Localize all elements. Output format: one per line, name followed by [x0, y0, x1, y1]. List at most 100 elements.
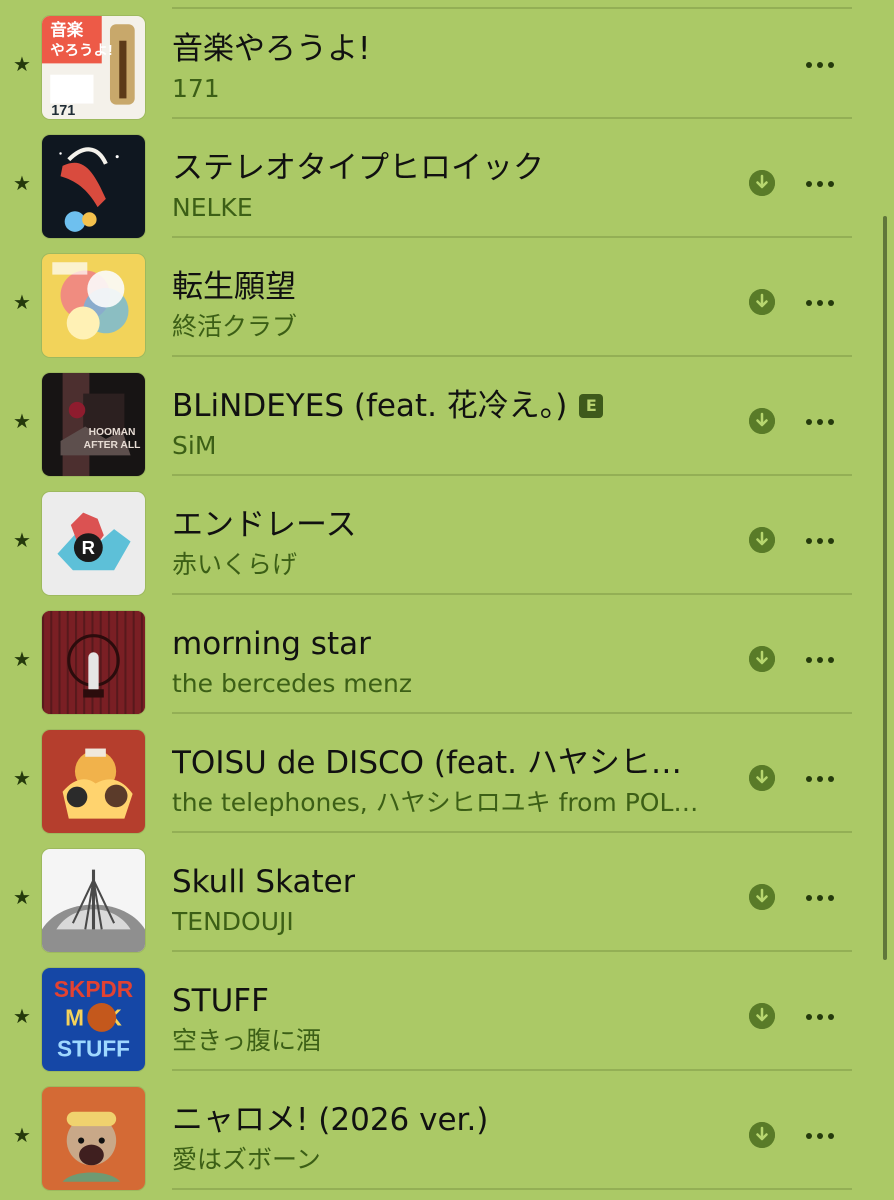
track-artist: 愛はズボーン: [172, 1145, 321, 1174]
more-button[interactable]: [800, 168, 840, 198]
star-icon[interactable]: ★: [12, 292, 32, 312]
track-title-text: BLiNDEYES (feat. 花冷え。): [172, 388, 568, 424]
svg-text:SKPDR: SKPDR: [54, 976, 133, 1002]
track-artist: SiM: [172, 431, 217, 460]
download-icon[interactable]: [749, 1122, 775, 1148]
more-dot-icon: [828, 657, 834, 663]
download-icon[interactable]: [749, 765, 775, 791]
track-title-text: TOISU de DISCO (feat. ハヤシヒ…: [172, 745, 682, 781]
track-artist: NELKE: [172, 193, 253, 222]
album-artwork: [42, 730, 145, 833]
track-title-text: STUFF: [172, 983, 269, 1019]
track-row[interactable]: ★ Skull Skater TENDOUJI: [0, 833, 894, 952]
more-dot-icon: [817, 62, 823, 68]
explicit-badge: E: [579, 394, 604, 418]
album-artwork: [42, 1087, 145, 1190]
more-button[interactable]: [800, 763, 840, 793]
track-title: BLiNDEYES (feat. 花冷え。) E: [172, 386, 604, 426]
more-button[interactable]: [800, 49, 840, 79]
track-artist: 171: [172, 74, 220, 103]
more-dot-icon: [828, 538, 834, 544]
star-icon[interactable]: ★: [12, 1125, 32, 1145]
track-row[interactable]: ★ 転生願望終活クラブ: [0, 238, 894, 357]
track-row[interactable]: ★ ニャロメ! (2026 ver.) 愛はズボーン: [0, 1071, 894, 1190]
track-title-text: ステレオタイプヒロイック: [172, 150, 544, 186]
star-icon[interactable]: ★: [12, 411, 32, 431]
more-button[interactable]: [800, 882, 840, 912]
track-title-text: ニャロメ! (2026 ver.): [172, 1102, 489, 1138]
svg-text:HOOMAN: HOOMAN: [89, 427, 136, 438]
more-button[interactable]: [800, 644, 840, 674]
more-dot-icon: [817, 1014, 823, 1020]
more-button[interactable]: [800, 525, 840, 555]
track-artist: 終活クラブ: [172, 312, 298, 341]
track-row[interactable]: ★ TOISU de DISCO (feat. ハヤシヒ… the telepho…: [0, 714, 894, 833]
star-icon[interactable]: ★: [12, 1006, 32, 1026]
track-title-text: Skull Skater: [172, 864, 356, 900]
more-dot-icon: [817, 1133, 823, 1139]
more-dot-icon: [817, 419, 823, 425]
more-button[interactable]: [800, 1120, 840, 1150]
svg-text:R: R: [82, 537, 95, 558]
more-dot-icon: [806, 1133, 812, 1139]
track-title: TOISU de DISCO (feat. ハヤシヒ…: [172, 743, 682, 783]
track-row[interactable]: ★ SKPDR M SK STUFF STUFF 空きっ腹に酒: [0, 952, 894, 1071]
track-artist: the telephones, ハヤシヒロユキ from POL…: [172, 788, 699, 817]
download-icon[interactable]: [749, 408, 775, 434]
download-icon[interactable]: [749, 646, 775, 672]
track-title-text: morning star: [172, 626, 371, 662]
star-icon[interactable]: ★: [12, 530, 32, 550]
download-icon[interactable]: [749, 527, 775, 553]
track-artist: 空きっ腹に酒: [172, 1026, 322, 1055]
more-dot-icon: [817, 538, 823, 544]
more-dot-icon: [817, 181, 823, 187]
more-dot-icon: [806, 300, 812, 306]
more-button[interactable]: [800, 287, 840, 317]
track-title: エンドレース: [172, 505, 356, 545]
star-icon[interactable]: ★: [12, 54, 32, 74]
svg-text:171: 171: [51, 103, 75, 119]
track-title: morning star: [172, 624, 371, 664]
album-artwork: 音楽 やろうよ! 171: [42, 16, 145, 119]
svg-text:STUFF: STUFF: [57, 1036, 130, 1062]
track-title: 音楽やろうよ!: [172, 29, 370, 69]
download-icon[interactable]: [749, 1003, 775, 1029]
album-artwork: [42, 135, 145, 238]
more-dot-icon: [806, 776, 812, 782]
track-row[interactable]: ★ morning star the bercedes menz: [0, 595, 894, 714]
download-icon[interactable]: [749, 170, 775, 196]
track-row[interactable]: ★ R エンドレース 赤いくらげ: [0, 476, 894, 595]
svg-text:やろうよ!: やろうよ!: [50, 42, 112, 59]
more-dot-icon: [806, 181, 812, 187]
download-icon[interactable]: [749, 289, 775, 315]
album-artwork: [42, 849, 145, 952]
album-artwork: HOOMAN AFTER ALL: [42, 373, 145, 476]
star-icon[interactable]: ★: [12, 649, 32, 669]
track-row[interactable]: ★ HOOMAN AFTER ALL BLiNDEYES (feat. 花冷え。…: [0, 357, 894, 476]
scrollbar[interactable]: [883, 216, 887, 960]
more-button[interactable]: [800, 1001, 840, 1031]
more-dot-icon: [817, 776, 823, 782]
more-button[interactable]: [800, 406, 840, 436]
star-icon[interactable]: ★: [12, 768, 32, 788]
more-dot-icon: [828, 776, 834, 782]
track-title-text: 音楽やろうよ!: [172, 31, 371, 67]
download-icon[interactable]: [749, 884, 775, 910]
star-icon[interactable]: ★: [12, 887, 32, 907]
track-title: Skull Skater: [172, 862, 355, 902]
more-dot-icon: [828, 300, 834, 306]
more-dot-icon: [817, 657, 823, 663]
track-row[interactable]: ★ 音楽 やろうよ! 171 音楽やろうよ! 171: [0, 0, 894, 119]
more-dot-icon: [828, 1133, 834, 1139]
more-dot-icon: [817, 895, 823, 901]
track-title: 転生願望: [172, 267, 296, 307]
star-icon[interactable]: ★: [12, 173, 32, 193]
album-artwork: R: [42, 492, 145, 595]
track-title-text: 転生願望: [172, 269, 296, 305]
more-dot-icon: [828, 1014, 834, 1020]
svg-text:AFTER ALL: AFTER ALL: [84, 440, 141, 451]
album-artwork: [42, 254, 145, 357]
more-dot-icon: [828, 419, 834, 425]
track-row[interactable]: ★ ステレオタイプヒロイック NELKE: [0, 119, 894, 238]
more-dot-icon: [806, 1014, 812, 1020]
